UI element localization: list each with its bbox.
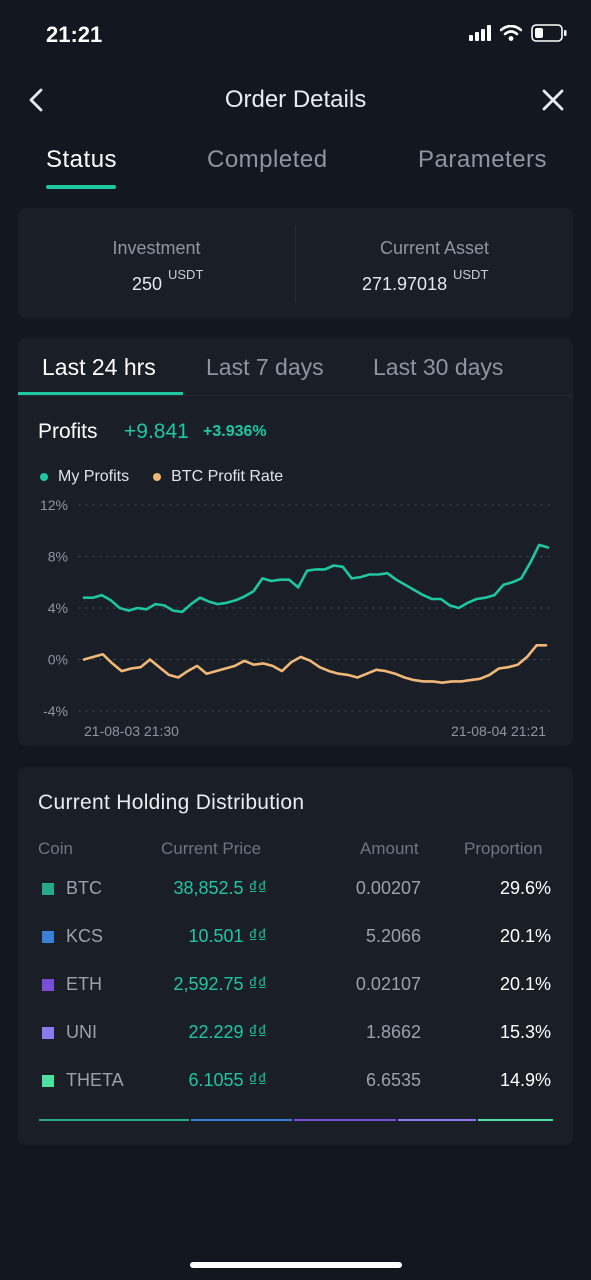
coin-amount: 0.02107 (355, 974, 421, 994)
legend-label-my-profits: My Profits (58, 468, 130, 485)
current-asset-block: Current Asset 271.97018 USDT (296, 208, 573, 318)
coin-name: ETH (66, 974, 102, 994)
coin-price: 10.501 ₫₫ (188, 926, 267, 946)
active-tab-indicator (46, 185, 116, 189)
coin-name: KCS (66, 926, 104, 946)
holding-row-kcs[interactable]: KCS 10.501 ₫₫ 5.2066 20.1% (18, 914, 573, 962)
chart-legend: My Profits BTC Profit Rate (40, 468, 283, 486)
active-range-indicator (18, 392, 183, 395)
y-tick-label: 12% (40, 497, 68, 513)
profits-value: +9.841 (124, 420, 189, 443)
coin-name: BTC (66, 878, 102, 898)
coin-price: 38,852.5 ₫₫ (173, 878, 267, 898)
y-tick-label: -4% (43, 703, 68, 719)
distribution-segment-uni (398, 1119, 476, 1121)
distribution-segment-kcs (190, 1119, 293, 1121)
coin-color-square (42, 883, 54, 895)
wifi-icon (500, 25, 522, 41)
page-title: Order Details (224, 86, 367, 113)
profits-percent: +3.936% (203, 423, 267, 440)
coin-color-square (42, 979, 54, 991)
investment-value: 250 (132, 274, 163, 294)
investment-card: Investment 250 USDT Current Asset 271.97… (18, 208, 573, 318)
close-button[interactable] (539, 86, 567, 114)
holding-row-uni[interactable]: UNI 22.229 ₫₫ 1.8662 15.3% (18, 1010, 573, 1058)
profits-label: Profits (38, 420, 98, 443)
investment-block: Investment 250 USDT (18, 208, 295, 318)
coin-color-square (42, 931, 54, 943)
coin-price: 6.1055 ₫₫ (188, 1070, 267, 1090)
y-tick-label: 8% (48, 549, 68, 565)
legend-dot-my-profits (40, 473, 48, 481)
coin-color-square (42, 1027, 54, 1039)
tab-status[interactable]: Status (46, 146, 117, 174)
coin-proportion: 29.6% (499, 878, 551, 898)
col-header-price: Current Price (161, 839, 262, 858)
coin-name: UNI (66, 1022, 97, 1042)
col-header-coin: Coin (38, 839, 73, 858)
range-tab-24h[interactable]: Last 24 hrs (42, 354, 156, 381)
coin-price: 22.229 ₫₫ (188, 1022, 267, 1042)
profit-line-chart: 12% 8% 4% 0% -4% 21-08-03 21:30 21-08-04 21:21 (40, 497, 553, 738)
x-tick-label: 21-08-03 21:30 (84, 723, 179, 738)
series-line-my-profits (82, 543, 550, 614)
signal-icon (469, 25, 491, 41)
coin-color-square (42, 1075, 54, 1087)
coin-proportion: 15.3% (499, 1022, 551, 1042)
coin-proportion: 14.9% (499, 1070, 551, 1090)
coin-amount: 1.8662 (365, 1022, 421, 1042)
home-indicator (190, 1262, 402, 1268)
y-tick-label: 4% (48, 600, 68, 616)
holding-distribution-card: Current Holding Distribution Coin Curren… (18, 767, 573, 1145)
col-header-amount: Amount (360, 839, 419, 858)
current-asset-unit: USDT (453, 267, 489, 282)
coin-amount: 6.6535 (365, 1070, 421, 1090)
x-tick-label: 21-08-04 21:21 (451, 723, 546, 738)
series-line-btc-profit-rate (82, 644, 548, 684)
profit-chart-card: Last 24 hrs Last 7 days Last 30 days Pro… (18, 338, 573, 746)
holding-row-eth[interactable]: ETH 2,592.75 ₫₫ 0.02107 20.1% (18, 962, 573, 1010)
range-tab-7d[interactable]: Last 7 days (206, 354, 324, 381)
status-time: 21:21 (46, 22, 103, 47)
tab-completed[interactable]: Completed (207, 146, 328, 174)
range-tab-30d[interactable]: Last 30 days (373, 354, 503, 381)
investment-unit: USDT (168, 267, 204, 282)
legend-label-btc: BTC Profit Rate (171, 468, 284, 485)
range-tabs-divider (18, 395, 573, 396)
coin-amount: 0.00207 (355, 878, 421, 898)
tab-parameters[interactable]: Parameters (418, 146, 547, 174)
distribution-segment-eth (294, 1119, 397, 1121)
holdings-title: Current Holding Distribution (38, 791, 305, 814)
legend-dot-btc (153, 473, 162, 481)
coin-price: 2,592.75 ₫₫ (173, 974, 267, 994)
distribution-segment-theta (477, 1119, 553, 1121)
investment-label: Investment (112, 238, 201, 258)
battery-icon (531, 24, 567, 42)
status-icons (469, 24, 567, 42)
coin-proportion: 20.1% (499, 926, 551, 946)
col-header-proportion: Proportion (464, 839, 543, 858)
y-tick-label: 0% (48, 652, 68, 668)
holding-row-btc[interactable]: BTC 38,852.5 ₫₫ 0.00207 29.6% (18, 866, 573, 914)
distribution-bar (39, 1119, 553, 1121)
coin-proportion: 20.1% (499, 974, 551, 994)
current-asset-value: 271.97018 (362, 274, 448, 294)
distribution-segment-btc (39, 1119, 189, 1121)
close-icon (542, 89, 564, 111)
current-asset-label: Current Asset (379, 238, 490, 258)
holding-row-theta[interactable]: THETA 6.1055 ₫₫ 6.6535 14.9% (18, 1058, 573, 1106)
coin-name: THETA (66, 1070, 124, 1090)
coin-amount: 5.2066 (365, 926, 421, 946)
